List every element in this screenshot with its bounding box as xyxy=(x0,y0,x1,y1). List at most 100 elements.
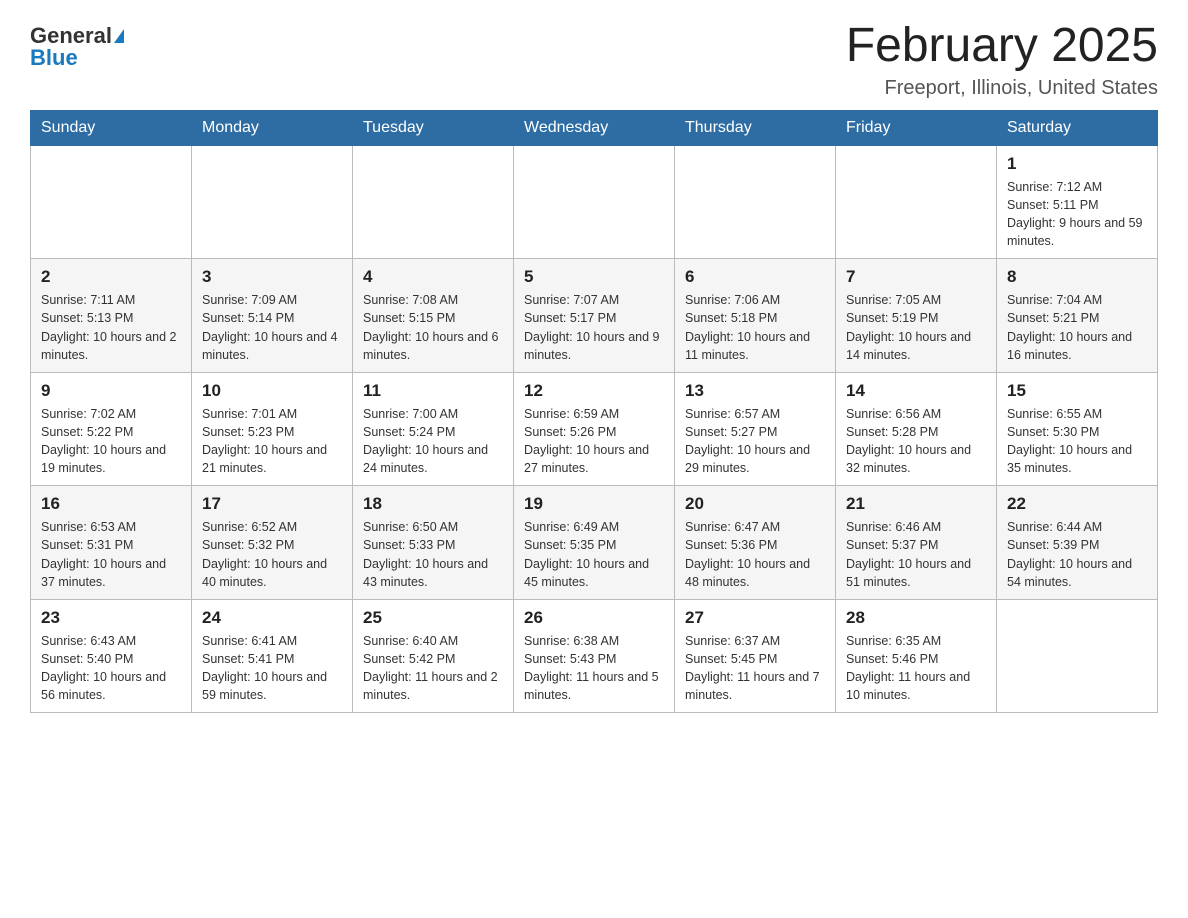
calendar-cell: 7Sunrise: 7:05 AMSunset: 5:19 PMDaylight… xyxy=(836,259,997,373)
day-number: 22 xyxy=(1007,494,1147,514)
day-number: 1 xyxy=(1007,154,1147,174)
calendar-cell: 8 Sunrise: 7:04 AMSunset: 5:21 PMDaylight… xyxy=(997,259,1158,373)
day-of-week-header: Tuesday xyxy=(353,110,514,145)
day-of-week-header: Monday xyxy=(192,110,353,145)
day-info: Sunrise: 6:53 AMSunset: 5:31 PMDaylight:… xyxy=(41,518,181,591)
calendar-cell: 3 Sunrise: 7:09 AMSunset: 5:14 PMDaylight… xyxy=(192,259,353,373)
calendar-cell xyxy=(353,145,514,259)
calendar-header-row: SundayMondayTuesdayWednesdayThursdayFrid… xyxy=(31,110,1158,145)
logo-blue-text: Blue xyxy=(30,47,78,69)
calendar-table: SundayMondayTuesdayWednesdayThursdayFrid… xyxy=(30,110,1158,714)
calendar-cell: 4Sunrise: 7:08 AMSunset: 5:15 PMDaylight… xyxy=(353,259,514,373)
calendar-cell xyxy=(997,599,1158,713)
day-info: Sunrise: 6:47 AMSunset: 5:36 PMDaylight:… xyxy=(685,518,825,591)
day-number: 19 xyxy=(524,494,664,514)
day-number: 10 xyxy=(202,381,342,401)
day-number: 8 xyxy=(1007,267,1147,287)
day-number: 27 xyxy=(685,608,825,628)
day-info: Sunrise: 7:01 AMSunset: 5:23 PMDaylight:… xyxy=(202,405,342,478)
day-info: Sunrise: 7:02 AMSunset: 5:22 PMDaylight:… xyxy=(41,405,181,478)
day-of-week-header: Friday xyxy=(836,110,997,145)
calendar-cell: 12 Sunrise: 6:59 AMSunset: 5:26 PMDayligh… xyxy=(514,372,675,486)
calendar-cell xyxy=(836,145,997,259)
day-info: Sunrise: 7:05 AMSunset: 5:19 PMDaylight:… xyxy=(846,291,986,364)
calendar-cell: 20 Sunrise: 6:47 AMSunset: 5:36 PMDayligh… xyxy=(675,486,836,600)
day-number: 15 xyxy=(1007,381,1147,401)
day-info: Sunrise: 6:41 AMSunset: 5:41 PMDaylight:… xyxy=(202,632,342,705)
calendar-cell: 21Sunrise: 6:46 AMSunset: 5:37 PMDayligh… xyxy=(836,486,997,600)
day-of-week-header: Saturday xyxy=(997,110,1158,145)
day-of-week-header: Thursday xyxy=(675,110,836,145)
calendar-week-row: 23 Sunrise: 6:43 AMSunset: 5:40 PMDayligh… xyxy=(31,599,1158,713)
day-number: 13 xyxy=(685,381,825,401)
calendar-week-row: 16 Sunrise: 6:53 AMSunset: 5:31 PMDayligh… xyxy=(31,486,1158,600)
day-number: 16 xyxy=(41,494,181,514)
day-info: Sunrise: 6:57 AMSunset: 5:27 PMDaylight:… xyxy=(685,405,825,478)
day-info: Sunrise: 6:44 AMSunset: 5:39 PMDaylight:… xyxy=(1007,518,1147,591)
day-number: 14 xyxy=(846,381,986,401)
calendar-cell: 25 Sunrise: 6:40 AMSunset: 5:42 PMDayligh… xyxy=(353,599,514,713)
calendar-cell: 19 Sunrise: 6:49 AMSunset: 5:35 PMDayligh… xyxy=(514,486,675,600)
calendar-cell: 18Sunrise: 6:50 AMSunset: 5:33 PMDayligh… xyxy=(353,486,514,600)
calendar-cell: 17 Sunrise: 6:52 AMSunset: 5:32 PMDayligh… xyxy=(192,486,353,600)
day-info: Sunrise: 7:12 AMSunset: 5:11 PMDaylight:… xyxy=(1007,178,1147,251)
title-section: February 2025 Freeport, Illinois, United… xyxy=(846,20,1158,100)
day-info: Sunrise: 6:43 AMSunset: 5:40 PMDaylight:… xyxy=(41,632,181,705)
logo: General Blue xyxy=(30,20,124,69)
calendar-cell: 23 Sunrise: 6:43 AMSunset: 5:40 PMDayligh… xyxy=(31,599,192,713)
day-number: 2 xyxy=(41,267,181,287)
day-number: 17 xyxy=(202,494,342,514)
day-number: 20 xyxy=(685,494,825,514)
calendar-cell xyxy=(675,145,836,259)
calendar-week-row: 1 Sunrise: 7:12 AMSunset: 5:11 PMDaylight… xyxy=(31,145,1158,259)
day-number: 24 xyxy=(202,608,342,628)
calendar-cell: 22 Sunrise: 6:44 AMSunset: 5:39 PMDayligh… xyxy=(997,486,1158,600)
day-info: Sunrise: 6:35 AMSunset: 5:46 PMDaylight:… xyxy=(846,632,986,705)
day-info: Sunrise: 6:55 AMSunset: 5:30 PMDaylight:… xyxy=(1007,405,1147,478)
day-number: 3 xyxy=(202,267,342,287)
day-info: Sunrise: 6:40 AMSunset: 5:42 PMDaylight:… xyxy=(363,632,503,705)
calendar-cell: 13 Sunrise: 6:57 AMSunset: 5:27 PMDayligh… xyxy=(675,372,836,486)
calendar-cell: 9 Sunrise: 7:02 AMSunset: 5:22 PMDaylight… xyxy=(31,372,192,486)
calendar-cell: 1 Sunrise: 7:12 AMSunset: 5:11 PMDaylight… xyxy=(997,145,1158,259)
day-info: Sunrise: 7:00 AMSunset: 5:24 PMDaylight:… xyxy=(363,405,503,478)
calendar-cell: 5 Sunrise: 7:07 AMSunset: 5:17 PMDaylight… xyxy=(514,259,675,373)
calendar-cell: 11Sunrise: 7:00 AMSunset: 5:24 PMDayligh… xyxy=(353,372,514,486)
day-number: 23 xyxy=(41,608,181,628)
calendar-cell: 6 Sunrise: 7:06 AMSunset: 5:18 PMDaylight… xyxy=(675,259,836,373)
logo-general-text: General xyxy=(30,25,112,47)
calendar-cell xyxy=(514,145,675,259)
day-info: Sunrise: 6:38 AMSunset: 5:43 PMDaylight:… xyxy=(524,632,664,705)
day-info: Sunrise: 6:59 AMSunset: 5:26 PMDaylight:… xyxy=(524,405,664,478)
day-info: Sunrise: 7:06 AMSunset: 5:18 PMDaylight:… xyxy=(685,291,825,364)
day-number: 4 xyxy=(363,267,503,287)
day-info: Sunrise: 6:49 AMSunset: 5:35 PMDaylight:… xyxy=(524,518,664,591)
day-info: Sunrise: 6:52 AMSunset: 5:32 PMDaylight:… xyxy=(202,518,342,591)
day-number: 12 xyxy=(524,381,664,401)
calendar-cell: 14 Sunrise: 6:56 AMSunset: 5:28 PMDayligh… xyxy=(836,372,997,486)
logo-arrow-icon xyxy=(114,29,124,43)
page-header: General Blue February 2025 Freeport, Ill… xyxy=(30,20,1158,100)
day-info: Sunrise: 7:04 AMSunset: 5:21 PMDaylight:… xyxy=(1007,291,1147,364)
day-number: 28 xyxy=(846,608,986,628)
calendar-cell: 10 Sunrise: 7:01 AMSunset: 5:23 PMDayligh… xyxy=(192,372,353,486)
calendar-cell: 26 Sunrise: 6:38 AMSunset: 5:43 PMDayligh… xyxy=(514,599,675,713)
calendar-cell: 2 Sunrise: 7:11 AMSunset: 5:13 PMDaylight… xyxy=(31,259,192,373)
calendar-cell xyxy=(192,145,353,259)
month-title: February 2025 xyxy=(846,20,1158,73)
calendar-cell xyxy=(31,145,192,259)
day-info: Sunrise: 6:46 AMSunset: 5:37 PMDaylight:… xyxy=(846,518,986,591)
day-number: 25 xyxy=(363,608,503,628)
day-number: 26 xyxy=(524,608,664,628)
day-info: Sunrise: 6:56 AMSunset: 5:28 PMDaylight:… xyxy=(846,405,986,478)
day-info: Sunrise: 6:50 AMSunset: 5:33 PMDaylight:… xyxy=(363,518,503,591)
day-info: Sunrise: 7:09 AMSunset: 5:14 PMDaylight:… xyxy=(202,291,342,364)
day-number: 6 xyxy=(685,267,825,287)
calendar-cell: 28 Sunrise: 6:35 AMSunset: 5:46 PMDayligh… xyxy=(836,599,997,713)
calendar-cell: 24 Sunrise: 6:41 AMSunset: 5:41 PMDayligh… xyxy=(192,599,353,713)
day-info: Sunrise: 7:11 AMSunset: 5:13 PMDaylight:… xyxy=(41,291,181,364)
location-title: Freeport, Illinois, United States xyxy=(846,77,1158,100)
day-number: 5 xyxy=(524,267,664,287)
day-info: Sunrise: 7:07 AMSunset: 5:17 PMDaylight:… xyxy=(524,291,664,364)
day-number: 9 xyxy=(41,381,181,401)
